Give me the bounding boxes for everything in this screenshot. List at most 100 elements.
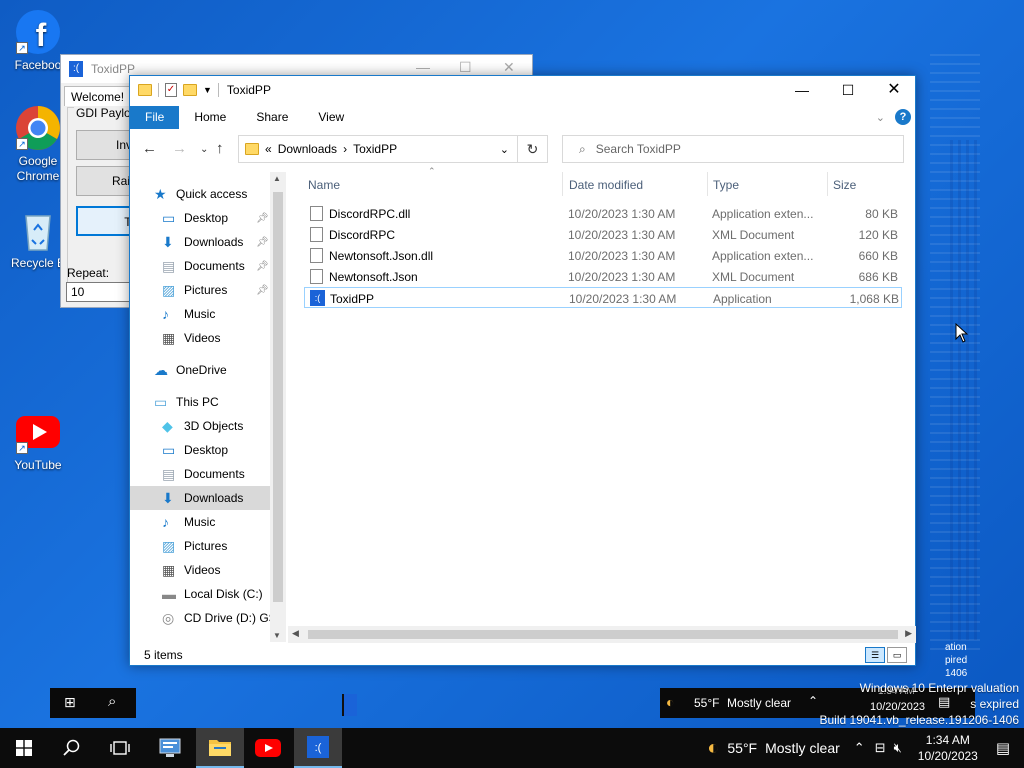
scroll-up-icon[interactable]: ▲: [273, 174, 281, 183]
minimize-icon[interactable]: —: [779, 76, 825, 104]
nav-scrollbar[interactable]: ▲ ▼: [270, 172, 286, 642]
sidebar-item-desktop[interactable]: ▭ Desktop: [130, 438, 270, 462]
recent-locations-icon[interactable]: ⌄: [200, 144, 208, 155]
repeat-input[interactable]: 10: [66, 282, 136, 302]
address-overflow[interactable]: «: [265, 142, 272, 156]
scroll-right-icon[interactable]: ▶: [905, 628, 912, 639]
task-view-button[interactable]: [96, 728, 144, 768]
sidebar-item-videos[interactable]: ▦ Videos: [130, 326, 270, 350]
search-input[interactable]: ⌕ Search ToxidPP: [562, 135, 904, 163]
sidebar-item-local-disk-c[interactable]: ▬ Local Disk (C:): [130, 582, 270, 606]
tab-home[interactable]: Home: [179, 106, 241, 129]
maximize-icon[interactable]: ☐: [459, 59, 472, 76]
start-button[interactable]: [0, 728, 48, 768]
file-type: XML Document: [712, 270, 795, 284]
taskbar-app-file-explorer[interactable]: [196, 728, 244, 768]
new-folder-icon[interactable]: [183, 84, 197, 96]
toxidpp-app-icon: :(: [69, 61, 83, 77]
taskbar-app-toxidpp[interactable]: :(: [294, 728, 342, 768]
file-name: DiscordRPC: [329, 228, 396, 242]
large-icons-view-icon[interactable]: ▭: [887, 647, 907, 663]
speaker-muted-icon[interactable]: 🔇︎: [894, 740, 902, 756]
table-row[interactable]: DiscordRPC.dll 10/20/2023 1:30 AM Applicat…: [304, 203, 902, 224]
h-scroll-thumb[interactable]: [308, 630, 898, 639]
file-size: 80 KB: [865, 207, 898, 221]
file-size: 120 KB: [858, 228, 898, 242]
tab-view[interactable]: View: [303, 106, 359, 129]
sidebar-item-documents[interactable]: ▤ Documents: [130, 462, 270, 486]
sidebar-item-pictures[interactable]: ▨ Pictures 📌︎: [130, 278, 270, 302]
disk-icon: ▬: [162, 586, 176, 602]
taskbar-app-youtube[interactable]: [244, 728, 292, 768]
table-row[interactable]: :(ToxidPP 10/20/2023 1:30 AM Application 1,…: [304, 287, 902, 308]
chevron-up-icon[interactable]: ⌃: [854, 740, 865, 756]
expand-ribbon-icon[interactable]: ⌄: [876, 111, 885, 124]
forward-arrow-icon[interactable]: →: [172, 140, 187, 157]
sidebar-item-cd-drive-d-gs[interactable]: ◎ CD Drive (D:) GS: [130, 606, 277, 630]
refresh-icon[interactable]: ↻: [518, 135, 548, 163]
column-name[interactable]: Name: [308, 178, 340, 192]
help-icon[interactable]: ?: [895, 109, 911, 125]
sidebar-item-downloads[interactable]: ⬇ Downloads: [130, 486, 270, 510]
back-arrow-icon[interactable]: ←: [142, 140, 157, 157]
sidebar-item-label: Quick access: [176, 187, 248, 201]
file-type: Application: [713, 292, 772, 306]
sidebar-item-label: Desktop: [184, 211, 229, 225]
notification-icon[interactable]: ▤: [996, 739, 1010, 757]
sidebar-item-quick-access[interactable]: ★ Quick access: [130, 182, 270, 206]
breadcrumb-toxidpp[interactable]: ToxidPP: [353, 142, 397, 156]
sidebar-item-pictures[interactable]: ▨ Pictures: [130, 534, 270, 558]
weather-temp[interactable]: 55°F: [727, 740, 757, 756]
breadcrumb-downloads[interactable]: Downloads: [278, 142, 337, 156]
sidebar-item-onedrive[interactable]: ☁ OneDrive: [130, 358, 270, 382]
column-size[interactable]: Size: [833, 178, 856, 192]
sidebar-item-label: Local Disk (C:): [184, 587, 263, 601]
table-row[interactable]: Newtonsoft.Json 10/20/2023 1:30 AM XML Doc…: [304, 266, 902, 287]
sidebar-item-videos[interactable]: ▦ Videos: [130, 558, 270, 582]
customize-toolbar-icon[interactable]: ▼: [203, 85, 212, 95]
maximize-icon[interactable]: ☐: [825, 76, 871, 104]
explorer-titlebar[interactable]: ✓ ▼ ToxidPP — ☐ ✕: [130, 76, 915, 104]
address-dropdown-icon[interactable]: ⌄: [500, 143, 509, 156]
sidebar-item-desktop[interactable]: ▭ Desktop 📌︎: [130, 206, 270, 230]
horizontal-scrollbar[interactable]: ◀ ▶: [288, 626, 916, 643]
properties-icon[interactable]: ✓: [165, 83, 177, 97]
sidebar-item-music[interactable]: ♪ Music: [130, 302, 270, 326]
tab-file[interactable]: File: [130, 106, 180, 129]
clock[interactable]: 1:34 AM 10/20/2023: [908, 732, 988, 764]
weather-moon-icon[interactable]: ◐: [707, 737, 719, 760]
tab-share[interactable]: Share: [241, 106, 303, 129]
file-date: 10/20/2023 1:30 AM: [568, 228, 676, 242]
sidebar-item-documents[interactable]: ▤ Documents 📌︎: [130, 254, 270, 278]
file-name: DiscordRPC.dll: [329, 207, 411, 221]
column-date-modified[interactable]: Date modified: [569, 178, 643, 192]
file-explorer-window[interactable]: ✓ ▼ ToxidPP — ☐ ✕ File Home Share View ⌄…: [129, 75, 916, 666]
scroll-down-icon[interactable]: ▼: [273, 631, 281, 640]
scroll-left-icon[interactable]: ◀: [292, 628, 299, 639]
up-arrow-icon[interactable]: ↑: [216, 140, 224, 157]
sidebar-item-music[interactable]: ♪ Music: [130, 510, 270, 534]
search-button[interactable]: [48, 728, 96, 768]
youtube-icon: ↗: [14, 408, 62, 456]
details-view-icon[interactable]: ☰: [865, 647, 885, 663]
weather-text[interactable]: Mostly clear: [765, 740, 840, 756]
close-icon[interactable]: ✕: [503, 59, 515, 76]
tab-welcome[interactable]: Welcome!: [64, 86, 132, 106]
desktop-icon-youtube[interactable]: ↗ YouTube: [0, 408, 76, 473]
taskbar-app-control-panel[interactable]: [146, 728, 194, 768]
windows-logo-icon: [16, 740, 32, 756]
pin-icon: 📌︎: [256, 212, 269, 224]
table-row[interactable]: Newtonsoft.Json.dll 10/20/2023 1:30 AM App…: [304, 245, 902, 266]
table-row[interactable]: DiscordRPC 10/20/2023 1:30 AM XML Document…: [304, 224, 902, 245]
network-icon[interactable]: ⊟: [875, 740, 886, 756]
sidebar-item-label: CD Drive (D:) GS: [184, 611, 277, 625]
sidebar-item-this-pc[interactable]: ▭ This PC: [130, 390, 270, 414]
facebook-icon: f ↗: [14, 8, 62, 56]
column-type[interactable]: Type: [713, 178, 739, 192]
nav-scroll-thumb[interactable]: [273, 192, 283, 602]
sidebar-item-3d-objects[interactable]: ◆ 3D Objects: [130, 414, 270, 438]
address-bar[interactable]: « Downloads › ToxidPP ⌄: [238, 135, 518, 163]
sidebar-item-downloads[interactable]: ⬇ Downloads 📌︎: [130, 230, 270, 254]
minimize-icon[interactable]: —: [416, 59, 430, 75]
close-icon[interactable]: ✕: [871, 76, 917, 104]
